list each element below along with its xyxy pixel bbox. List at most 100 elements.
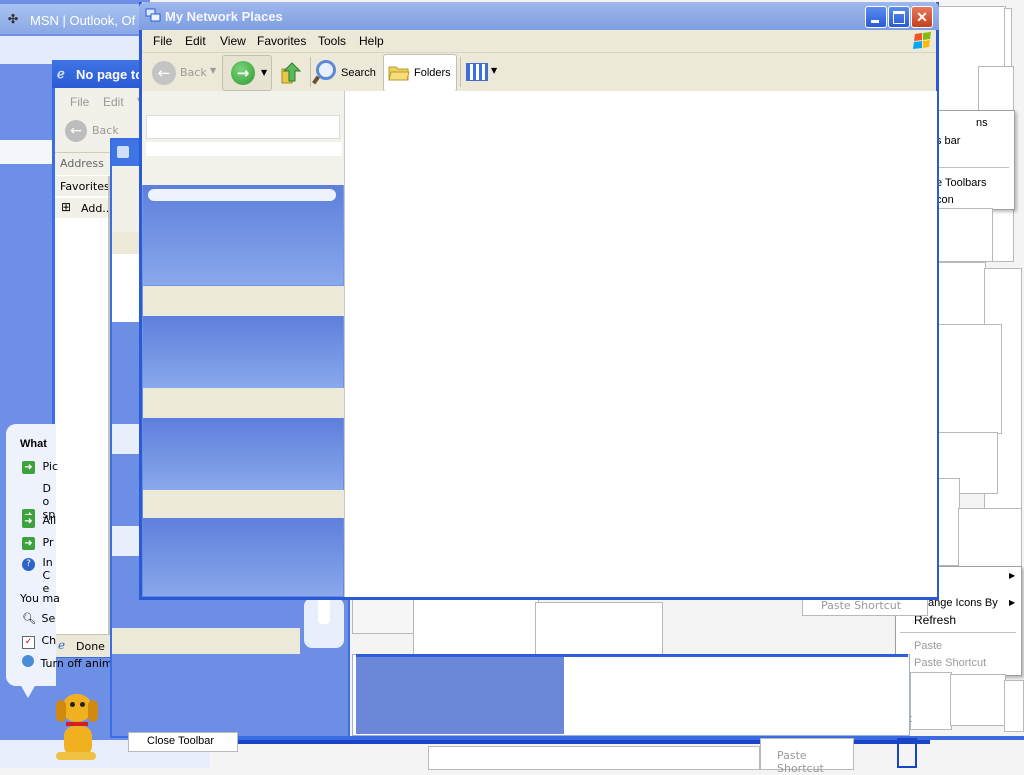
- ie-status-text: Done: [76, 640, 105, 653]
- search-extra-change-label: Ch: [41, 634, 57, 647]
- network-places-title: My Network Places: [165, 9, 283, 24]
- close-toolbar-menu[interactable]: Close Toolbar: [128, 732, 238, 752]
- checkbox-icon: ✓: [22, 636, 35, 649]
- green-arrow-icon: ➜: [22, 537, 35, 550]
- menu-view[interactable]: View: [213, 31, 253, 51]
- ghost-panel-12: [950, 674, 1006, 726]
- network-places-toolbar: ← Back ▼ → ▼ Search Folders ▼: [142, 53, 936, 92]
- menu-item-arrange-icons[interactable]: ange Icons By: [928, 597, 1018, 609]
- dog-eye: [70, 702, 75, 707]
- back-arrow-icon: ←: [152, 61, 176, 85]
- menu-edit[interactable]: Edit: [178, 31, 213, 51]
- globe-icon: [22, 655, 34, 667]
- ghost-bottom-1: [428, 746, 760, 770]
- folders-button[interactable]: Folders: [383, 54, 457, 92]
- ghost-explorer-2-strip: [112, 166, 142, 232]
- folder-content-area[interactable]: [344, 91, 937, 597]
- views-button[interactable]: ▼: [466, 62, 500, 82]
- menu-tools[interactable]: Tools: [311, 31, 353, 51]
- network-places-icon: [117, 146, 129, 158]
- submenu-arrow-icon: ▶: [1009, 598, 1016, 607]
- task-pane-section-4: [143, 518, 343, 596]
- toolbar-separator: [310, 57, 311, 87]
- search-option-internet[interactable]: ? In Ce: [22, 556, 57, 595]
- toolbar-separator: [460, 57, 461, 87]
- close-toolbar-label: Close Toolbar: [147, 735, 215, 747]
- folders-label: Folders: [414, 67, 451, 79]
- menu-item-paste-shortcut: Paste Shortcut: [914, 657, 987, 669]
- forward-dropdown-icon: ▼: [261, 68, 268, 77]
- search-extra-change[interactable]: ✓ Ch: [22, 634, 56, 649]
- ghost-panel-7: [932, 324, 1002, 434]
- search-button[interactable]: Search: [312, 58, 380, 86]
- add-favorite-icon: ⊞: [61, 200, 72, 214]
- menu-file[interactable]: File: [146, 31, 179, 51]
- network-places-icon: [145, 7, 161, 23]
- ie-menu-file[interactable]: File: [63, 92, 96, 112]
- back-arrow-icon[interactable]: ←: [65, 120, 87, 142]
- ghost-panel-10: [958, 508, 1022, 568]
- dog-ear: [88, 700, 98, 722]
- minimize-button[interactable]: [865, 6, 887, 28]
- up-folder-button[interactable]: [280, 59, 304, 85]
- search-extra-search[interactable]: 🔍︎ Se: [22, 612, 55, 625]
- network-places-menubar: File Edit View Favorites Tools Help: [142, 30, 936, 52]
- search-magnifier-handle: [312, 75, 320, 85]
- back-button[interactable]: ← Back ▼: [150, 60, 220, 86]
- menu-favorites[interactable]: Favorites: [250, 31, 313, 51]
- task-pane-section-3: [143, 418, 343, 490]
- close-button[interactable]: ✕: [911, 6, 933, 28]
- search-option-printers[interactable]: ➜ Pr: [22, 536, 53, 550]
- search-option-all-label: All: [42, 514, 57, 527]
- back-label: Back: [180, 66, 207, 79]
- ie-menu-edit[interactable]: Edit: [96, 92, 131, 112]
- ghost-panel-11: [910, 672, 952, 730]
- ie-menubar: File Edit Vi: [55, 88, 152, 110]
- menu-item-toolbars[interactable]: e Toolbars: [936, 177, 987, 189]
- green-arrow-icon: ➜: [22, 461, 35, 474]
- rover-dog-icon[interactable]: [50, 692, 106, 764]
- task-pane-box-1: [146, 115, 340, 139]
- maximize-button[interactable]: [888, 6, 910, 28]
- ie-status-icon: ℯ: [58, 638, 66, 652]
- search-option-pictures[interactable]: ➜ Pic: [22, 460, 58, 474]
- search-option-internet-label: In Ce: [42, 556, 53, 595]
- ghost-explorer-2-pane4: [112, 526, 142, 556]
- turn-off-animation-label: Turn off anima: [40, 657, 120, 670]
- minimize-icon: [871, 20, 879, 23]
- search-option-all[interactable]: ➜ All: [22, 514, 56, 528]
- folder-icon: [388, 63, 410, 81]
- green-arrow-icon: ➜: [22, 515, 35, 528]
- msn-butterfly-icon: ✣: [8, 12, 19, 26]
- ghost-panel-4: [935, 208, 993, 262]
- ie-favorites-header: Favorites: [55, 176, 110, 196]
- ghost-panel-13: [1004, 680, 1024, 732]
- ie-titlebar[interactable]: ℯ No page to: [52, 60, 152, 88]
- ie-logo-icon: ℯ: [57, 66, 65, 81]
- ghost-bottom-2: Paste Shortcut: [760, 738, 854, 775]
- search-label: Search: [341, 67, 376, 79]
- task-pane-header-3: [143, 388, 344, 418]
- favorites-label: Favorites: [60, 180, 110, 193]
- ghost-explorer-2-pane1: [112, 232, 142, 254]
- forward-button[interactable]: → ▼: [222, 55, 272, 91]
- close-icon: ✕: [916, 9, 928, 25]
- turn-off-animation-link[interactable]: Turn off anima: [22, 655, 119, 670]
- forward-arrow-icon: →: [231, 61, 255, 85]
- blue-selection-top: [356, 654, 908, 657]
- ghost-explorer-2-bottom: [112, 628, 300, 654]
- ie-add-favorite[interactable]: ⊞ Add...: [55, 198, 113, 218]
- dog-ear: [56, 700, 66, 722]
- msn-titlebar[interactable]: ✣ MSN | Outlook, Of: [0, 4, 150, 34]
- balloon-tail: [20, 684, 36, 698]
- ie-back-label[interactable]: Back: [92, 124, 119, 137]
- windows-logo-icon: [905, 32, 941, 50]
- address-label: Address: [60, 157, 104, 170]
- ie-window-title: No page to: [76, 67, 144, 82]
- search-heading: What: [20, 438, 47, 450]
- taskbar-box: [897, 738, 917, 768]
- menu-fragment-sbar: s bar: [936, 135, 961, 147]
- network-places-titlebar[interactable]: My Network Places ✕: [139, 2, 939, 30]
- ghost-panel-9: [938, 478, 960, 566]
- menu-help[interactable]: Help: [352, 31, 391, 51]
